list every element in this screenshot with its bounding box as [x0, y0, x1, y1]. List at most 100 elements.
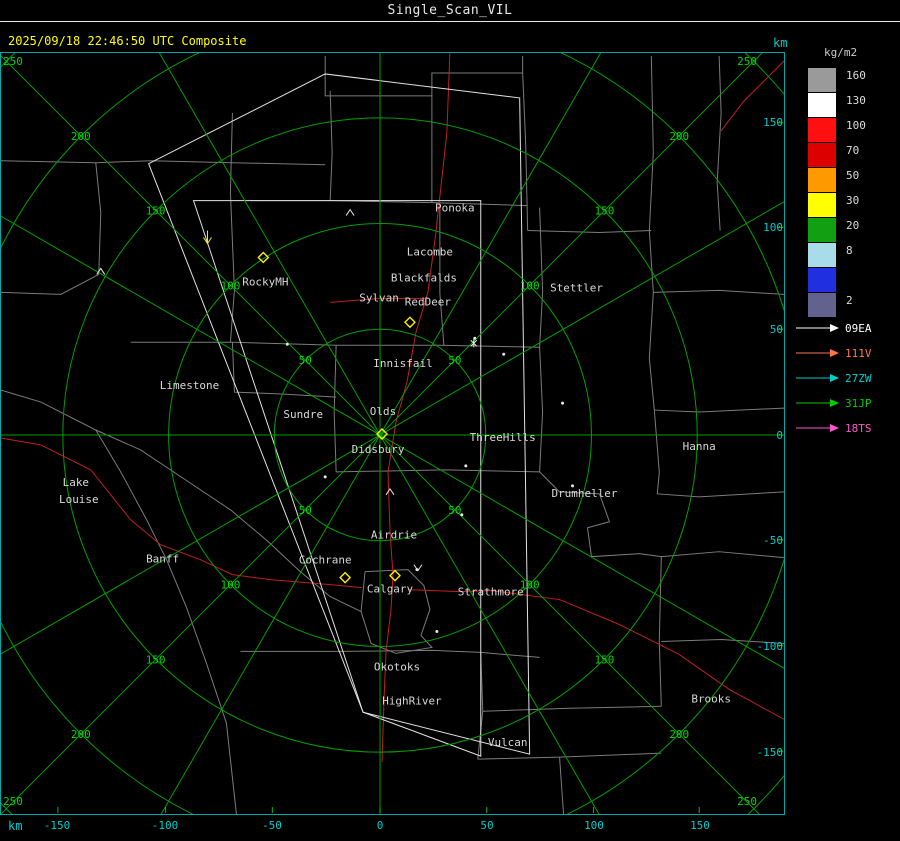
city-label: Louise: [59, 493, 99, 506]
colorbar-value: 20: [846, 219, 859, 232]
bottom-axis-label: -100: [151, 819, 179, 832]
range-ring-label: 50: [448, 354, 461, 367]
colorbar-value: 160: [846, 69, 866, 82]
city-labels: Ponoka Lacombe Blackfalds RedDeer Sylvan…: [59, 202, 731, 750]
legend-arrowhead-icon: [830, 399, 839, 407]
range-ring-label: 250: [737, 55, 757, 68]
range-ring-label: 50: [299, 354, 312, 367]
city-label: HighRiver: [382, 694, 442, 707]
city-label: Calgary: [367, 583, 414, 596]
city-label: RockyMH: [242, 275, 288, 288]
legend-arrowhead-icon: [830, 374, 839, 382]
range-ring-label: 150: [146, 205, 166, 218]
range-ring-label: 50: [448, 504, 461, 517]
colorbar-swatch: [808, 68, 836, 92]
colorbar-value: 50: [846, 169, 859, 182]
city-label: Didsbury: [352, 443, 405, 456]
colorbar-value: 30: [846, 194, 859, 207]
titlebar: Single_Scan_VIL: [0, 0, 900, 22]
range-ring-label: 200: [669, 728, 689, 741]
wind-arrow-icon: [203, 230, 212, 245]
city-label: Olds: [370, 405, 396, 418]
city-label: Banff: [146, 553, 179, 566]
right-axis-label: 100: [763, 221, 783, 234]
bottom-axis-label: 50: [480, 819, 494, 832]
range-ring-label: 100: [221, 279, 241, 292]
colorbar-swatch: [808, 293, 836, 317]
bottom-axis-label: -50: [262, 819, 282, 832]
city-label: Lake: [63, 476, 89, 489]
right-axis-label: 150: [763, 116, 783, 129]
city-label: Cochrane: [299, 554, 352, 567]
colorbar: 160 130 100 70 50 30 20 8 2: [798, 66, 900, 328]
bottom-axis-label: 0: [376, 819, 384, 832]
city-label: Airdrie: [371, 529, 417, 542]
range-ring-label: 250: [3, 55, 23, 68]
city-label: Lacombe: [407, 245, 453, 258]
range-ring-label: 200: [71, 728, 91, 741]
radar-map-svg: 50 50 50 50 100 100 100 100 150 150 150 …: [1, 53, 784, 814]
colorbar-value: 8: [846, 244, 853, 257]
colorbar-unit-label: kg/m2: [824, 46, 858, 59]
city-label: Sundre: [283, 408, 323, 421]
colorbar-swatch: [808, 168, 836, 192]
right-axis-label: 50: [769, 323, 783, 336]
city-label: Hanna: [683, 440, 716, 453]
right-axis-label: -150: [756, 746, 784, 759]
range-ring-label: 150: [146, 653, 166, 666]
colorbar-swatch: [808, 118, 836, 142]
legend-arrowhead-icon: [830, 349, 839, 357]
range-ring-label: 150: [595, 653, 615, 666]
range-ring-label: 250: [3, 795, 23, 808]
city-label: Limestone: [160, 379, 219, 392]
scan-timestamp: 2025/09/18 22:46:50 UTC Composite: [8, 34, 247, 48]
city-label: RedDeer: [405, 295, 452, 308]
legend-site-id: 31JP: [845, 397, 872, 410]
colorbar-swatch: [808, 243, 836, 267]
legend-site-id: 27ZW: [845, 372, 872, 385]
colorbar-value: 70: [846, 144, 859, 157]
bottom-axis-unit-label: km: [8, 819, 23, 833]
bottom-axis-label: -150: [43, 819, 71, 832]
colorbar-value: 2: [846, 294, 853, 307]
radar-site-icon: [403, 316, 416, 329]
colorbar-value: 130: [846, 94, 866, 107]
right-axis-label: 0: [776, 429, 783, 442]
axis-tick-marks: [57, 122, 783, 814]
scan-task-legend: 09EA 111V 27ZW 31JP 18TS: [790, 316, 900, 450]
range-ring-label: 200: [71, 130, 91, 143]
radar-site-icon: [389, 569, 401, 582]
colorbar-swatch: [808, 218, 836, 242]
right-axis-label: -50: [763, 534, 783, 547]
city-label: Innisfail: [373, 357, 432, 370]
legend-arrowhead-icon: [830, 324, 839, 332]
city-label: Okotoks: [374, 660, 420, 673]
range-ring-label: 50: [299, 504, 312, 517]
city-label: Ponoka: [435, 202, 475, 215]
colorbar-value: 100: [846, 119, 866, 132]
legend-svg: 09EA 111V 27ZW 31JP 18TS: [796, 322, 872, 435]
city-label: Sylvan: [359, 291, 399, 304]
range-ring-label: 100: [221, 579, 241, 592]
colorbar-swatch: [808, 268, 836, 292]
city-label: Brooks: [691, 692, 731, 705]
range-ring-label: 200: [669, 130, 689, 143]
radar-site-icon: [339, 571, 352, 584]
legend-site-id: 111V: [845, 347, 872, 360]
legend-arrowhead-icon: [830, 424, 839, 432]
right-axis-label: -100: [756, 640, 784, 653]
radar-map-canvas[interactable]: 50 50 50 50 100 100 100 100 150 150 150 …: [0, 52, 785, 815]
right-axis-unit-label: km: [773, 36, 788, 50]
bottom-axis-label: 150: [690, 819, 710, 832]
range-ring-label: 100: [520, 279, 540, 292]
colorbar-svg: 160 130 100 70 50 30 20 8 2: [808, 68, 866, 317]
city-label: Blackfalds: [391, 271, 457, 284]
colorbar-swatch: [808, 93, 836, 117]
bottom-axis-label: 100: [584, 819, 604, 832]
colorbar-swatch: [808, 143, 836, 167]
scan-area-outline: [148, 73, 531, 757]
city-label: ThreeHills: [470, 431, 536, 444]
legend-site-id: 18TS: [845, 422, 872, 435]
range-ring-label: 150: [595, 205, 615, 218]
radar-app-window: Single_Scan_VIL 2025/09/18 22:46:50 UTC …: [0, 0, 900, 841]
